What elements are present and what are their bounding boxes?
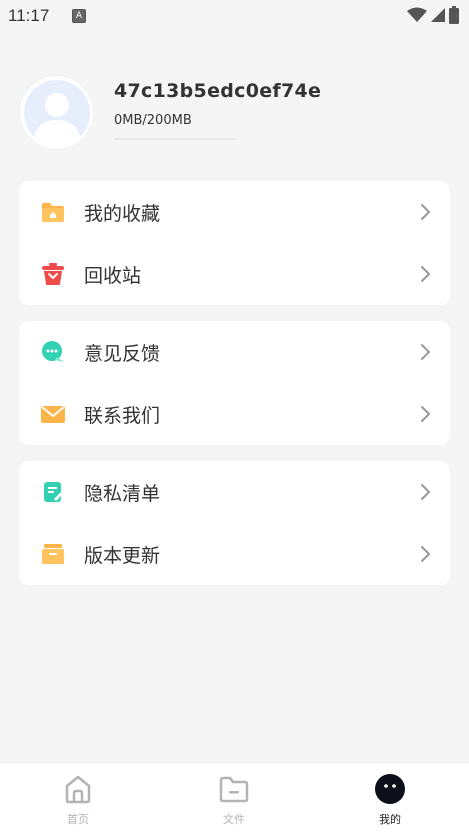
bottom-tab-bar: 首页 文件 我的 — [0, 762, 469, 834]
menu-item-favorites[interactable]: 我的收藏 — [19, 181, 450, 243]
chevron-right-icon — [421, 344, 431, 360]
menu-item-feedback[interactable]: 意见反馈 — [19, 321, 450, 383]
storage-progress-bar — [114, 138, 236, 140]
profile-face-icon — [375, 774, 405, 804]
tab-files[interactable]: 文件 — [156, 763, 312, 834]
avatar[interactable] — [20, 76, 93, 149]
status-bar: 11:17 A — [0, 0, 469, 34]
menu-item-contact-us[interactable]: 联系我们 — [19, 383, 450, 445]
wifi-icon — [407, 7, 427, 22]
battery-icon — [449, 6, 459, 24]
storage-usage-text: 0MB/200MB — [114, 113, 192, 128]
chevron-right-icon — [421, 266, 431, 282]
document-edit-icon — [44, 482, 63, 502]
envelope-icon — [41, 406, 65, 423]
tab-home[interactable]: 首页 — [0, 763, 156, 834]
menu-item-version-update[interactable]: 版本更新 — [19, 523, 450, 585]
menu-item-label: 版本更新 — [84, 545, 161, 567]
chat-feedback-icon — [42, 341, 64, 362]
tab-label: 我的 — [379, 813, 401, 826]
folder-icon — [219, 776, 249, 803]
chevron-right-icon — [421, 406, 431, 422]
a-letter-icon: A — [72, 9, 86, 23]
trash-icon — [42, 263, 64, 285]
menu-card-personal: 我的收藏 回收站 — [19, 181, 450, 305]
tab-mine[interactable]: 我的 — [312, 763, 468, 834]
cell-signal-icon — [431, 8, 445, 22]
user-id: 47c13b5edc0ef74e — [114, 80, 322, 102]
tab-label: 首页 — [67, 813, 89, 826]
status-icons — [407, 6, 459, 24]
menu-item-label: 隐私清单 — [84, 483, 161, 505]
menu-item-label: 意见反馈 — [84, 343, 161, 365]
home-icon — [65, 775, 91, 804]
update-box-icon — [42, 544, 64, 564]
chevron-right-icon — [421, 546, 431, 562]
menu-card-about: 隐私清单 版本更新 — [19, 461, 450, 585]
chevron-right-icon — [421, 204, 431, 220]
menu-item-label: 联系我们 — [84, 405, 161, 427]
menu-item-privacy-list[interactable]: 隐私清单 — [19, 461, 450, 523]
default-user-icon — [23, 79, 90, 146]
menu-item-recycle-bin[interactable]: 回收站 — [19, 243, 450, 305]
chevron-right-icon — [421, 484, 431, 500]
status-time: 11:17 — [8, 6, 50, 25]
tab-label: 文件 — [223, 813, 245, 826]
menu-item-label: 我的收藏 — [84, 203, 161, 225]
profile-header: 47c13b5edc0ef74e 0MB/200MB — [20, 76, 450, 156]
folder-favorites-icon — [42, 203, 64, 222]
menu-card-support: 意见反馈 联系我们 — [19, 321, 450, 445]
menu-item-label: 回收站 — [84, 265, 142, 287]
